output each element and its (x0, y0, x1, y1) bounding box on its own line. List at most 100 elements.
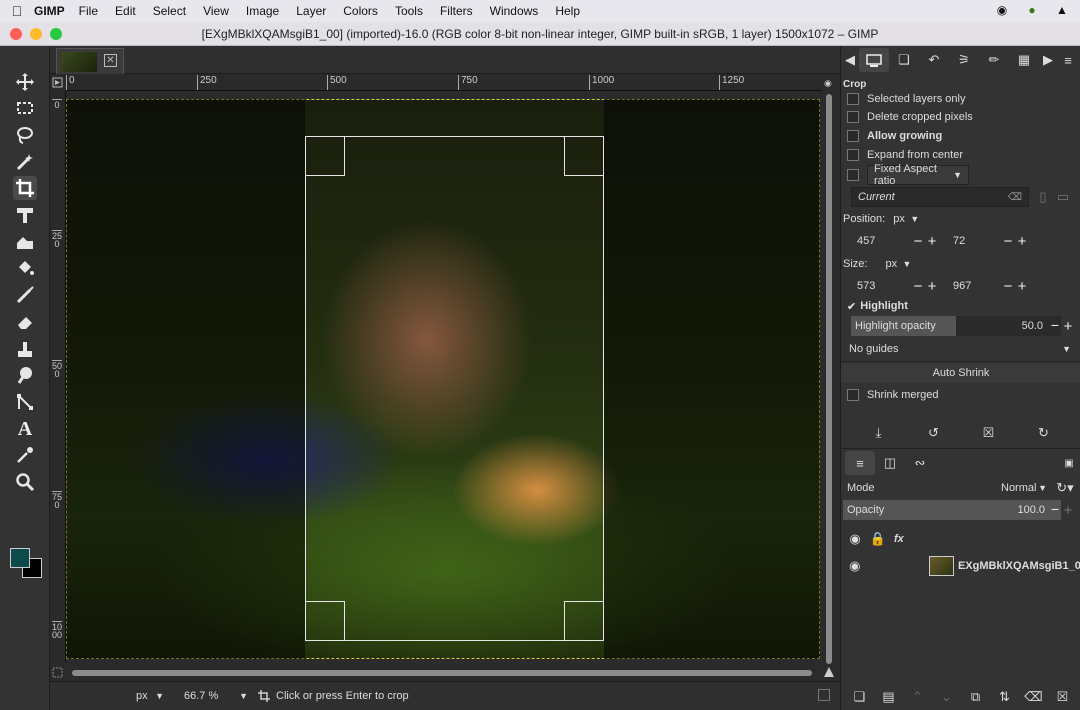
navigate-icon[interactable]: ◉ (824, 78, 832, 89)
tab-pointer[interactable]: ⚞ (949, 48, 979, 72)
position-unit-select[interactable]: px ▼ (887, 209, 925, 229)
fx-header[interactable]: fx (894, 533, 904, 545)
tab-layers[interactable]: ≡ (845, 451, 875, 475)
portrait-icon[interactable]: ▯ (1033, 189, 1053, 205)
menu-edit[interactable]: Edit (115, 4, 136, 18)
save-preset-icon[interactable]: ⤓ (869, 425, 889, 441)
tab-paths[interactable]: ∾ (905, 451, 935, 475)
decrement-layer-opacity-button[interactable]: − (1051, 501, 1059, 517)
increment-width-button[interactable]: + (925, 278, 939, 295)
bucket-fill-tool-icon[interactable] (13, 256, 37, 280)
new-layer-icon[interactable]: ❏ (850, 689, 870, 705)
crop-handle-bottom-left[interactable] (305, 601, 345, 641)
menu-windows[interactable]: Windows (490, 4, 539, 18)
increment-height-button[interactable]: + (1015, 278, 1029, 295)
menu-view[interactable]: View (203, 4, 229, 18)
color-picker-tool-icon[interactable] (13, 443, 37, 467)
app-menu[interactable]: GIMP (34, 4, 65, 18)
crop-handle-top-right[interactable] (564, 136, 604, 176)
lock-icon[interactable]: 🔒 (868, 531, 888, 547)
tab-patterns[interactable]: ▦ (1009, 48, 1039, 72)
fixed-aspect-checkbox[interactable] (847, 169, 859, 181)
increment-x-button[interactable]: + (925, 233, 939, 250)
new-layer-group-icon[interactable]: ▤ (879, 689, 899, 705)
tab-device-status[interactable]: ❏ (889, 48, 919, 72)
decrement-height-button[interactable]: − (1001, 278, 1015, 295)
tab-scroll-left-icon[interactable]: ◀ (841, 48, 859, 72)
visibility-header-icon[interactable]: ◉ (845, 531, 865, 547)
vertical-ruler[interactable]: 0 250 500 750 1000 (50, 91, 66, 663)
menu-select[interactable]: Select (153, 4, 186, 18)
horizontal-scrollbar[interactable] (66, 663, 822, 681)
smudge-tool-icon[interactable] (13, 363, 37, 387)
paintbrush-tool-icon[interactable] (13, 283, 37, 307)
menu-colors[interactable]: Colors (343, 4, 378, 18)
increment-opacity-button[interactable]: + (1061, 318, 1075, 335)
anchor-layer-icon[interactable]: ⌫ (1024, 689, 1044, 705)
clone-tool-icon[interactable] (13, 337, 37, 361)
unit-select[interactable]: px ▼ (130, 686, 170, 706)
landscape-icon[interactable]: ▭ (1053, 189, 1073, 205)
horizontal-ruler[interactable]: 0 250 500 750 1000 1250 (66, 74, 822, 91)
tab-scroll-right-icon[interactable]: ▶ (1039, 48, 1057, 72)
status-icon[interactable]: ◉ (994, 3, 1010, 19)
aspect-preset-entry[interactable]: Current ⌫ (851, 187, 1029, 207)
size-height-input[interactable]: 967 (947, 276, 1001, 296)
crop-rectangle[interactable] (305, 136, 604, 641)
layer-opacity-slider[interactable]: Opacity 100.0 − (843, 500, 1061, 520)
menu-filters[interactable]: Filters (440, 4, 473, 18)
close-icon[interactable]: ✕ (104, 54, 117, 67)
merge-layer-icon[interactable]: ⇅ (995, 689, 1015, 705)
raise-layer-icon[interactable]: ⌃ (908, 689, 928, 705)
zoom-window-button[interactable] (50, 28, 62, 40)
image-canvas[interactable] (66, 91, 822, 663)
decrement-width-button[interactable]: − (911, 278, 925, 295)
ruler-corner[interactable] (50, 74, 66, 91)
composite-mode-icon[interactable]: ↻▾ (1053, 480, 1077, 496)
position-y-input[interactable]: 72 (947, 231, 1001, 251)
decrement-y-button[interactable]: − (1001, 233, 1015, 250)
fixed-aspect-select[interactable]: Fixed Aspect ratio ▼ (867, 163, 969, 187)
lower-layer-icon[interactable]: ⌄ (937, 689, 957, 705)
paths-tool-icon[interactable] (13, 390, 37, 414)
delete-cropped-pixels-checkbox[interactable]: Delete cropped pixels (841, 108, 1080, 126)
layer-row[interactable]: ◉ EXgMBklXQAMsgiB1_00. (841, 554, 1080, 578)
highlight-checkbox[interactable]: ✔ Highlight (841, 297, 1080, 315)
horizontal-scroll-thumb[interactable] (72, 670, 812, 676)
crop-handle-top-left[interactable] (305, 136, 345, 176)
mode-select[interactable]: Normal ▼ (995, 478, 1053, 498)
upload-icon[interactable]: ▲ (1054, 3, 1070, 19)
shrink-merged-checkbox[interactable]: Shrink merged (841, 386, 1080, 404)
vertical-scrollbar[interactable]: ◉ (822, 74, 836, 664)
menu-image[interactable]: Image (246, 4, 279, 18)
zoom-select[interactable]: 66.7 % ▼ (178, 686, 254, 706)
menu-file[interactable]: File (79, 4, 98, 18)
lasso-tool-icon[interactable] (13, 123, 37, 147)
close-window-button[interactable] (10, 28, 22, 40)
navigation-icon[interactable] (818, 689, 830, 701)
apple-icon[interactable]:  (0, 3, 34, 19)
rect-select-tool-icon[interactable] (13, 96, 37, 120)
menu-help[interactable]: Help (555, 4, 580, 18)
highlight-opacity-slider[interactable]: Highlight opacity 50.0 − (851, 316, 1061, 336)
fg-bg-colors[interactable] (8, 546, 44, 582)
move-tool-icon[interactable] (13, 70, 37, 94)
tab-channels[interactable]: ◫ (875, 451, 905, 475)
zoom-tool-icon[interactable] (13, 470, 37, 494)
size-unit-select[interactable]: px ▼ (879, 254, 917, 274)
image-tab[interactable]: ✕ (56, 48, 124, 74)
layer-name[interactable]: EXgMBklXQAMsgiB1_00. (958, 560, 1080, 572)
menu-tools[interactable]: Tools (395, 4, 423, 18)
decrement-x-button[interactable]: − (911, 233, 925, 250)
selected-layers-only-checkbox[interactable]: Selected layers only (841, 90, 1080, 108)
app-status-icon[interactable]: ● (1024, 3, 1040, 19)
clear-icon[interactable]: ⌫ (1008, 192, 1022, 203)
auto-shrink-button[interactable]: Auto Shrink (841, 363, 1080, 383)
layers-menu-icon[interactable]: ▣ (1061, 451, 1077, 475)
crop-handle-bottom-right[interactable] (564, 601, 604, 641)
position-x-input[interactable]: 457 (851, 231, 911, 251)
crop-tool-icon[interactable] (13, 176, 37, 200)
tab-undo-history[interactable]: ↶ (919, 48, 949, 72)
layer-visibility-eye-icon[interactable]: ◉ (845, 558, 865, 574)
expand-from-center-checkbox[interactable]: Expand from center (841, 146, 1080, 164)
